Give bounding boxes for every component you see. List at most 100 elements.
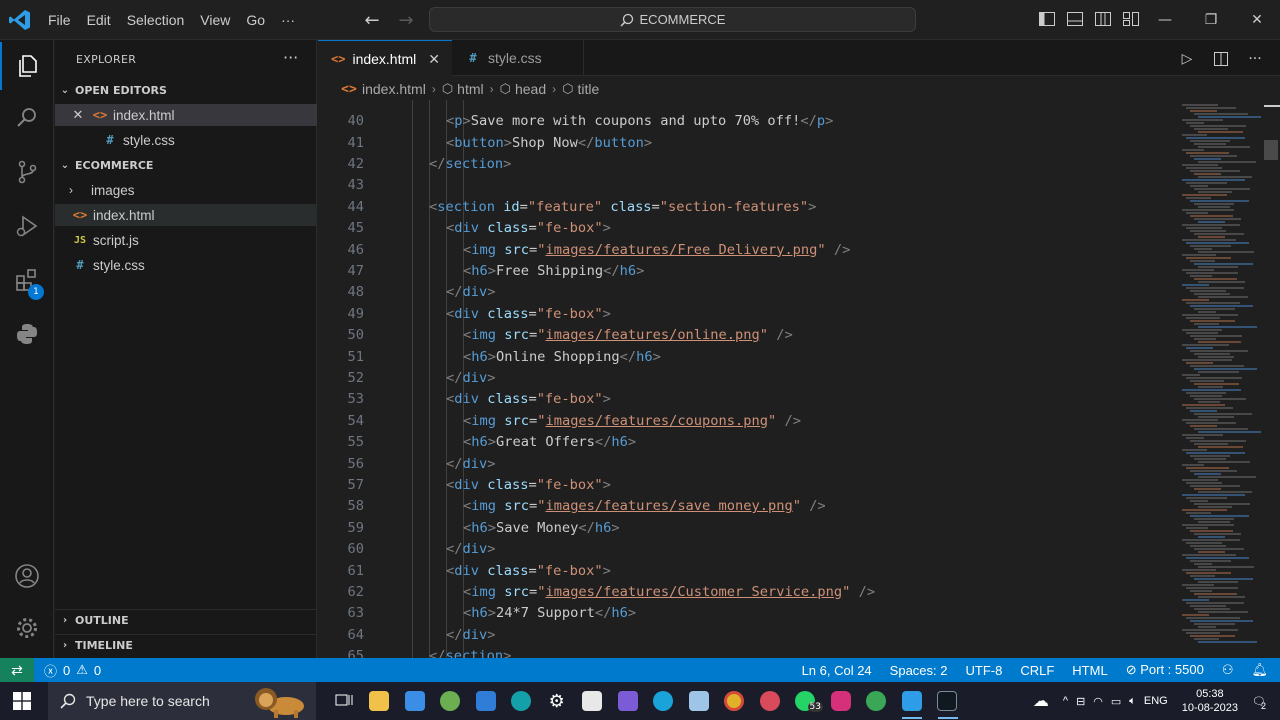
notifications-bell-icon[interactable]: 🔔︎ bbox=[1251, 662, 1268, 678]
file-explorer-icon[interactable] bbox=[362, 682, 398, 720]
arduino-icon[interactable] bbox=[504, 682, 540, 720]
split-editor-icon[interactable] bbox=[1212, 50, 1230, 68]
code-line[interactable]: 62 <img src="images/features/Customer Ser… bbox=[318, 581, 1168, 602]
notification-center-icon[interactable]: 🗨︎ 2 bbox=[1252, 695, 1266, 711]
customize-layout-icon[interactable] bbox=[1122, 10, 1142, 30]
mail-icon[interactable] bbox=[468, 682, 504, 720]
code-line[interactable]: 65 </section> bbox=[318, 646, 1168, 658]
chrome-profile-icon[interactable] bbox=[859, 682, 895, 720]
live-server-port[interactable]: ⊘ Port : 5500 bbox=[1126, 662, 1204, 678]
code-line[interactable]: 43 bbox=[318, 175, 1168, 196]
open-editor-item[interactable]: ✕ <> index.html bbox=[55, 104, 317, 126]
workspace-header[interactable]: ⌄ ECOMMERCE bbox=[55, 154, 317, 176]
close-tab-icon[interactable]: ✕ bbox=[428, 51, 440, 68]
account-icon[interactable] bbox=[0, 552, 54, 600]
toggle-secondary-sidebar-icon[interactable] bbox=[1094, 10, 1114, 30]
app-icon[interactable] bbox=[610, 682, 646, 720]
language-indicator[interactable]: ENG bbox=[1144, 695, 1168, 707]
more-actions-icon[interactable]: ··· bbox=[1246, 50, 1264, 68]
breadcrumb-item[interactable]: title bbox=[578, 81, 600, 97]
code-line[interactable]: 40 <p>Save more with coupons and upto 70%… bbox=[318, 111, 1168, 132]
open-editor-item[interactable]: # style.css bbox=[55, 129, 317, 151]
timeline-header[interactable]: › TIMELINE bbox=[55, 634, 317, 656]
breadcrumb-file[interactable]: index.html bbox=[362, 81, 426, 97]
outline-header[interactable]: › OUTLINE bbox=[55, 609, 317, 631]
cursor-position[interactable]: Ln 6, Col 24 bbox=[802, 663, 872, 678]
minimap[interactable] bbox=[1168, 100, 1280, 658]
accounts-icon[interactable]: ⚇ bbox=[1222, 662, 1234, 678]
code-line[interactable]: 53 <div class="fe-box"> bbox=[318, 389, 1168, 410]
tab-style-css[interactable]: # style.css bbox=[452, 40, 584, 76]
problems-indicator[interactable]: ⓧ 0 ⚠ 0 bbox=[44, 661, 101, 680]
scrollbar-thumb[interactable] bbox=[1264, 140, 1278, 160]
code-line[interactable]: 64 </div> bbox=[318, 624, 1168, 645]
instagram-icon[interactable] bbox=[823, 682, 859, 720]
whatsapp-icon[interactable]: 53 bbox=[788, 682, 824, 720]
code-line[interactable]: 41 <button>Shop Now</button> bbox=[318, 132, 1168, 153]
vscode-taskbar-icon[interactable] bbox=[894, 682, 930, 720]
line-ending[interactable]: CRLF bbox=[1020, 663, 1054, 678]
menu-selection[interactable]: Selection bbox=[119, 12, 193, 28]
code-line[interactable]: 54 <img src="images/features/coupons.png"… bbox=[318, 410, 1168, 431]
remote-indicator-icon[interactable]: ⇄ bbox=[0, 658, 34, 682]
code-line[interactable]: 50 <img src="images/features/online.png" … bbox=[318, 325, 1168, 346]
code-line[interactable]: 57 <div class="fe-box"> bbox=[318, 474, 1168, 495]
code-line[interactable]: 58 <img src= "images/features/save money.p… bbox=[318, 496, 1168, 517]
clock[interactable]: 05:38 10-08-2023 bbox=[1182, 687, 1238, 715]
meet-now-icon[interactable]: ⊟ bbox=[1076, 695, 1085, 708]
tab-index-html[interactable]: <> index.html ✕ bbox=[318, 40, 452, 77]
code-line[interactable]: 51 <h6>Online Shopping</h6> bbox=[318, 346, 1168, 367]
tree-file-style-css[interactable]: # style.css bbox=[55, 254, 317, 276]
settings-icon[interactable]: ⚙ bbox=[539, 682, 575, 720]
search-view-icon[interactable] bbox=[0, 94, 54, 142]
code-line[interactable]: 59 <h6>Save Money</h6> bbox=[318, 517, 1168, 538]
indentation[interactable]: Spaces: 2 bbox=[890, 663, 948, 678]
forward-arrow-icon[interactable]: → bbox=[394, 9, 418, 31]
tree-folder-images[interactable]: › images bbox=[55, 179, 317, 201]
code-line[interactable]: 52 </div> bbox=[318, 367, 1168, 388]
code-line[interactable]: 44 <section id="feature" class="section-f… bbox=[318, 196, 1168, 217]
store-icon[interactable] bbox=[397, 682, 433, 720]
restore-icon[interactable]: ❐ bbox=[1188, 0, 1234, 40]
code-line[interactable]: 47 <h6>Free Shipping</h6> bbox=[318, 260, 1168, 281]
breadcrumb-item[interactable]: head bbox=[515, 81, 546, 97]
close-window-icon[interactable]: ✕ bbox=[1234, 0, 1280, 40]
windows-start-icon[interactable] bbox=[0, 682, 44, 720]
menu-file[interactable]: File bbox=[40, 12, 79, 28]
edge-icon[interactable] bbox=[646, 682, 682, 720]
source-control-icon[interactable] bbox=[0, 148, 54, 196]
run-play-icon[interactable]: ▷ bbox=[1178, 50, 1196, 68]
explorer-icon[interactable] bbox=[0, 42, 54, 90]
code-line[interactable]: 49 <div class="fe-box"> bbox=[318, 303, 1168, 324]
back-arrow-icon[interactable]: ← bbox=[360, 9, 384, 31]
menu-more[interactable]: ··· bbox=[273, 12, 303, 28]
encoding[interactable]: UTF-8 bbox=[966, 663, 1003, 678]
browser-icon[interactable] bbox=[433, 682, 469, 720]
weather-cloud-icon[interactable]: ☁ bbox=[1033, 691, 1049, 711]
run-debug-icon[interactable] bbox=[0, 202, 54, 250]
code-line[interactable]: 63 <h6>24*7 Support</h6> bbox=[318, 603, 1168, 624]
code-line[interactable]: 45 <div class="fe-box"> bbox=[318, 218, 1168, 239]
chat-icon[interactable] bbox=[752, 682, 788, 720]
open-editors-header[interactable]: ⌄ OPEN EDITORS bbox=[55, 79, 317, 101]
extensions-icon[interactable]: 1 bbox=[0, 256, 54, 304]
code-line[interactable]: 56 </div> bbox=[318, 453, 1168, 474]
code-line[interactable]: 48 </div> bbox=[318, 282, 1168, 303]
code-line[interactable]: 46 <img src= "images/features/Free Deliver… bbox=[318, 239, 1168, 260]
code-editor[interactable]: 40 <p>Save more with coupons and upto 70%… bbox=[318, 100, 1168, 658]
close-editor-icon[interactable]: ✕ bbox=[65, 107, 91, 123]
language-mode[interactable]: HTML bbox=[1072, 663, 1107, 678]
explorer-more-icon[interactable]: ··· bbox=[283, 48, 298, 67]
tray-chevron-icon[interactable]: ^ bbox=[1063, 695, 1068, 707]
menu-edit[interactable]: Edit bbox=[79, 12, 119, 28]
code-line[interactable]: 60 </div> bbox=[318, 539, 1168, 560]
toggle-sidebar-icon[interactable] bbox=[1038, 10, 1058, 30]
code-line[interactable]: 61 <div class="fe-box"> bbox=[318, 560, 1168, 581]
code-line[interactable]: 55 <h6>Great Offers</h6> bbox=[318, 432, 1168, 453]
settings-gear-icon[interactable] bbox=[0, 604, 54, 652]
minimize-icon[interactable]: — bbox=[1142, 0, 1188, 40]
battery-icon[interactable]: ▭ bbox=[1111, 695, 1121, 708]
terminal-icon[interactable] bbox=[930, 682, 966, 720]
breadcrumb-item[interactable]: html bbox=[457, 81, 483, 97]
tree-file-script-js[interactable]: JS script.js bbox=[55, 229, 317, 251]
